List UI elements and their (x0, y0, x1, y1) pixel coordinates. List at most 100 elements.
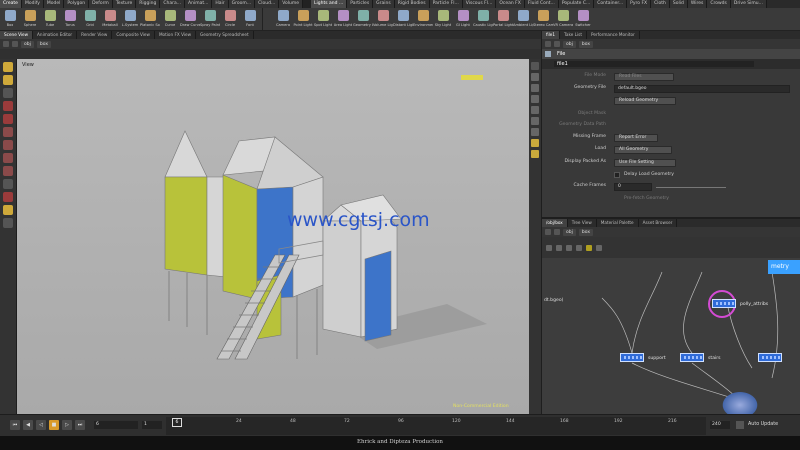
display-options-icon[interactable] (531, 62, 539, 70)
tab-obj-box[interactable]: /obj/box (542, 219, 568, 227)
geometry-file-field[interactable]: default.bgeo (614, 85, 790, 93)
tab-rigid-bodies[interactable]: Rigid Bodies (394, 0, 430, 8)
tool-sky-light[interactable]: Sky Light (433, 8, 453, 31)
tab-fluid-cont[interactable]: Fluid Cont... (524, 0, 559, 8)
tool-box[interactable]: Box (0, 8, 20, 31)
back-arrow-icon[interactable] (3, 41, 9, 47)
cache-frames-slider[interactable] (656, 187, 726, 188)
path-box[interactable]: box (578, 40, 594, 48)
tool-font[interactable]: Font (240, 8, 260, 31)
tool-l-system[interactable]: L-System (120, 8, 140, 31)
tool-stereo-cam[interactable]: Stereo Cam... (533, 8, 553, 31)
tool-circle[interactable]: Circle (220, 8, 240, 31)
tab-take-list[interactable]: Take List (560, 31, 587, 39)
tab-grains[interactable]: Grains (373, 0, 395, 8)
tab-cloud[interactable]: Cloud... (255, 0, 280, 8)
step-back-icon[interactable]: ◀ (23, 420, 33, 430)
path-box[interactable]: box (578, 228, 594, 236)
tool-distant-light[interactable]: Distant Light (393, 8, 413, 31)
handle-tool-icon[interactable] (3, 75, 13, 85)
tab-cloth[interactable]: Cloth (651, 0, 670, 8)
tab-groom[interactable]: Groom... (228, 0, 256, 8)
back-arrow-icon[interactable] (545, 41, 551, 47)
tool-camera[interactable]: Camera (273, 8, 293, 31)
tab-create[interactable]: Create (0, 0, 22, 8)
path-box[interactable]: box (36, 40, 52, 48)
tab-polygon[interactable]: Polygon (64, 0, 90, 8)
group-icon[interactable] (3, 179, 13, 189)
tool-environmen[interactable]: Environmen... (413, 8, 433, 31)
stairs-node[interactable] (680, 353, 704, 362)
frame-marker[interactable]: 6 (172, 418, 182, 427)
network-editor[interactable]: metry dt.bgeo) polly_attribs support sta… (542, 258, 800, 414)
sticky-note-icon[interactable] (576, 244, 582, 251)
merge-node[interactable] (720, 390, 760, 414)
view-menu-icon[interactable] (556, 244, 562, 251)
tab-performance-monitor[interactable]: Performance Monitor (587, 31, 640, 39)
tab-viscous-fl[interactable]: Viscous Fl... (462, 0, 497, 8)
auto-update-label[interactable]: Auto Update (748, 421, 778, 429)
tool-point-light[interactable]: Point Light (293, 8, 313, 31)
tab-particle-fl[interactable]: Particle Fl... (429, 0, 463, 8)
reverse-play-icon[interactable]: ◁ (36, 420, 46, 430)
jump-end-icon[interactable]: ⏭ (75, 420, 85, 430)
add-node-icon[interactable] (546, 244, 552, 251)
magnet-icon[interactable] (3, 192, 13, 202)
start-frame-field[interactable]: 1 (142, 421, 162, 429)
tab-pyro-fx[interactable]: Pyro FX (627, 0, 652, 8)
particle-icon[interactable] (531, 150, 539, 158)
path-obj[interactable]: obj (563, 228, 576, 236)
wireframe-icon[interactable] (531, 84, 539, 92)
end-frame-field[interactable]: 240 (710, 421, 730, 429)
tab-volume[interactable]: Volume (279, 0, 303, 8)
tab-scene-view[interactable]: Scene View (0, 31, 34, 39)
select-tool-icon[interactable] (3, 62, 13, 72)
key-icon[interactable] (736, 421, 744, 429)
forward-arrow-icon[interactable] (554, 41, 560, 47)
pose-tool-icon[interactable] (3, 88, 13, 98)
camera-icon[interactable] (531, 95, 539, 103)
tab-lights-and[interactable]: Lights and ... (310, 0, 348, 8)
tool-draw-curve[interactable]: Draw Curve (180, 8, 200, 31)
tool-sphere[interactable]: Sphere (20, 8, 40, 31)
jump-start-icon[interactable]: ⏮ (10, 420, 20, 430)
tool-gi-light[interactable]: GI Light (453, 8, 473, 31)
brush-icon[interactable] (3, 205, 13, 215)
delay-load-checkbox[interactable] (614, 172, 620, 178)
node-name-field[interactable]: file1 (554, 61, 754, 67)
tab-ocean-fx[interactable]: Ocean FX (496, 0, 525, 8)
tab-motion-fx-view[interactable]: Motion FX View (155, 31, 197, 39)
tool-grid[interactable]: Grid (80, 8, 100, 31)
play-icon[interactable]: ▷ (62, 420, 72, 430)
tool-portal-light[interactable]: Portal Light (493, 8, 513, 31)
tool-vr-camera[interactable]: VR Camera (553, 8, 573, 31)
scene-viewport[interactable]: www.cgtsj.com Non-Commercial Edition (17, 59, 529, 414)
stop-icon[interactable]: ■ (49, 420, 59, 430)
lighting-icon[interactable] (531, 106, 539, 114)
cache-frames-field[interactable]: 0 (614, 183, 652, 191)
tool-metaball[interactable]: Metaball (100, 8, 120, 31)
forward-arrow-icon[interactable] (12, 41, 18, 47)
template-icon[interactable] (531, 128, 539, 136)
reload-geometry-button[interactable]: Reload Geometry (614, 97, 676, 105)
forward-arrow-icon[interactable] (554, 229, 560, 235)
ghost-icon[interactable] (531, 117, 539, 125)
extra-node[interactable] (758, 353, 782, 362)
tool-spray-paint[interactable]: Spray Paint (200, 8, 220, 31)
tab-composite-view[interactable]: Composite View (112, 31, 155, 39)
edges-icon[interactable] (3, 140, 13, 150)
tool-spot-light[interactable]: Spot Light (313, 8, 333, 31)
tab-file1[interactable]: file1 (542, 31, 561, 39)
tab-populate-c[interactable]: Populate C... (558, 0, 595, 8)
tool-torus[interactable]: Torus (60, 8, 80, 31)
tab-modify[interactable]: Modify (21, 0, 44, 8)
tab-hair[interactable]: Hair (212, 0, 229, 8)
display-packed-select[interactable]: Use File Setting (614, 159, 676, 167)
timeline-ruler[interactable]: 6 24 48 72 96 120 144 168 192 216 (166, 417, 706, 435)
color-palette-icon[interactable] (586, 244, 592, 251)
tab-model[interactable]: Model (43, 0, 65, 8)
tab-crowds[interactable]: Crowds (707, 0, 731, 8)
tool-caustic-light[interactable]: Caustic Light (473, 8, 493, 31)
polly-attribs-node[interactable] (712, 299, 736, 308)
tool-geometry-l[interactable]: Geometry L... (353, 8, 373, 31)
